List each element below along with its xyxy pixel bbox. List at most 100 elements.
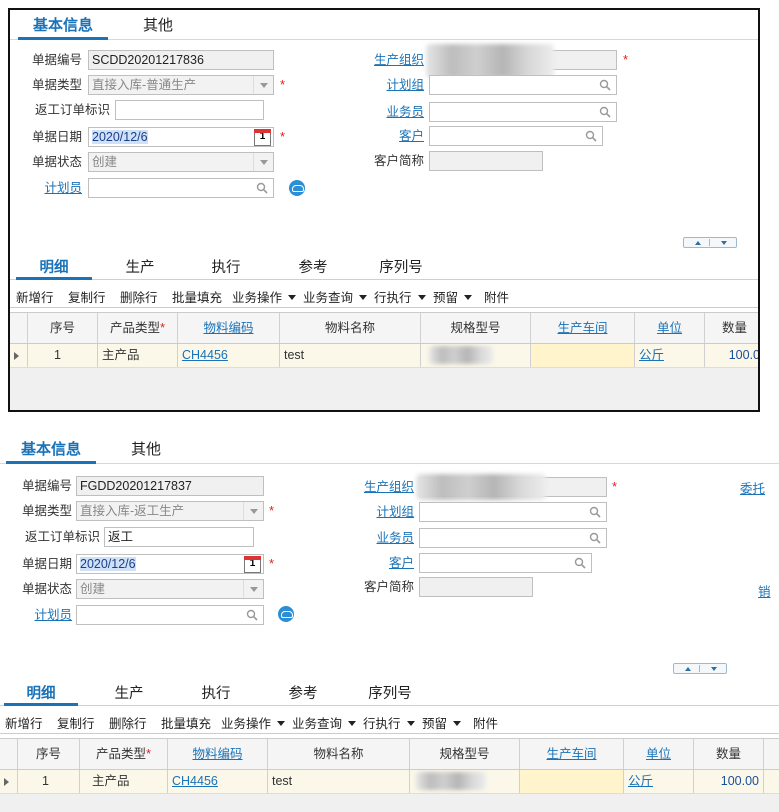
sales-link[interactable]: 销	[758, 582, 779, 602]
planner-link[interactable]: 计划员	[4, 605, 72, 625]
plan-group-input[interactable]	[419, 502, 607, 522]
attachment-button[interactable]: 附件	[473, 713, 498, 731]
search-icon[interactable]	[574, 557, 586, 569]
cell-workshop[interactable]	[531, 344, 635, 367]
col-product-type[interactable]: 产品类型*	[98, 313, 178, 343]
search-icon[interactable]	[585, 130, 597, 142]
col-seq[interactable]: 序号	[18, 739, 80, 769]
planner-input[interactable]	[76, 605, 264, 625]
col-unit[interactable]: 单位	[635, 313, 705, 343]
customer-link[interactable]: 客户	[358, 126, 424, 146]
tab-serial-no[interactable]: 序列号	[354, 682, 426, 706]
tab-production[interactable]: 生产	[98, 682, 160, 706]
tab-production[interactable]: 生产	[110, 256, 170, 280]
business-query-menu[interactable]: 业务查询	[292, 713, 357, 731]
salesman-link[interactable]: 业务员	[358, 102, 424, 122]
planner-input[interactable]	[88, 178, 274, 198]
cell-spec-model[interactable]	[421, 344, 531, 367]
cell-workshop[interactable]	[520, 770, 624, 793]
cell-unit[interactable]: 公斤	[624, 770, 694, 793]
row-selector[interactable]	[0, 770, 18, 793]
tab-reference[interactable]: 参考	[272, 682, 334, 706]
rework-flag-input[interactable]: 返工	[104, 527, 254, 547]
table-row[interactable]: 1 主产品 CH4456 test 公斤 100.0	[10, 344, 758, 368]
cell-product-type[interactable]: 主产品	[80, 770, 168, 793]
doc-type-select[interactable]: 直接入库-返工生产	[76, 501, 264, 521]
doc-no-field[interactable]: SCDD20201217836	[88, 50, 274, 70]
tab-detail[interactable]: 明细	[4, 682, 78, 706]
doc-type-select[interactable]: 直接入库-普通生产	[88, 75, 274, 95]
cell-material-name[interactable]: test	[280, 344, 421, 367]
col-spec-model[interactable]: 规格型号	[421, 313, 531, 343]
col-material-name[interactable]: 物料名称	[268, 739, 410, 769]
col-qty[interactable]: 数量	[694, 739, 764, 769]
add-row-button[interactable]: 新增行	[5, 713, 43, 731]
tab-reference[interactable]: 参考	[283, 256, 343, 280]
add-row-button[interactable]: 新增行	[16, 287, 54, 305]
search-icon[interactable]	[589, 532, 601, 544]
plan-group-input[interactable]	[429, 75, 617, 95]
cell-qty[interactable]: 100.00	[694, 770, 764, 793]
doc-date-input[interactable]: 2020/12/6 1	[76, 554, 264, 574]
cell-qty[interactable]: 100.0	[705, 344, 758, 367]
batch-fill-button[interactable]: 批量填充	[172, 287, 222, 305]
doc-status-select[interactable]: 创建	[76, 579, 264, 599]
tab-other[interactable]: 其他	[128, 14, 188, 40]
col-material-code[interactable]: 物料编码	[168, 739, 268, 769]
entrust-link[interactable]: 委托	[740, 479, 779, 499]
tab-serial-no[interactable]: 序列号	[366, 256, 436, 280]
planner-link[interactable]: 计划员	[16, 178, 82, 198]
salesman-link[interactable]: 业务员	[346, 528, 414, 548]
customer-input[interactable]	[419, 553, 592, 573]
cell-spec-model[interactable]	[410, 770, 520, 793]
tab-execution[interactable]: 执行	[196, 256, 256, 280]
col-qty[interactable]: 数量	[705, 313, 758, 343]
expand-collapse-icon[interactable]	[683, 237, 737, 248]
rework-flag-input[interactable]	[115, 100, 264, 120]
tab-basic-info[interactable]: 基本信息	[6, 438, 96, 464]
cell-product-type[interactable]: 主产品	[98, 344, 178, 367]
table-row[interactable]: 1 主产品 CH4456 test 公斤 100.00	[0, 770, 779, 794]
search-icon[interactable]	[246, 609, 258, 621]
delete-row-button[interactable]: 删除行	[109, 713, 147, 731]
customer-link[interactable]: 客户	[346, 553, 414, 573]
salesman-input[interactable]	[419, 528, 607, 548]
cloud-icon[interactable]	[278, 606, 294, 622]
search-icon[interactable]	[256, 182, 268, 194]
cell-unit[interactable]: 公斤	[635, 344, 705, 367]
row-execute-menu[interactable]: 行执行	[374, 287, 426, 305]
prod-org-link[interactable]: 生产组织	[358, 50, 424, 70]
col-product-type[interactable]: 产品类型*	[80, 739, 168, 769]
cell-material-name[interactable]: test	[268, 770, 410, 793]
calendar-icon[interactable]: 1	[254, 129, 271, 146]
copy-row-button[interactable]: 复制行	[57, 713, 95, 731]
col-material-code[interactable]: 物料编码	[178, 313, 280, 343]
plan-group-link[interactable]: 计划组	[358, 75, 424, 95]
row-selector[interactable]	[10, 344, 28, 367]
dropdown-arrow-icon[interactable]	[243, 580, 263, 598]
search-icon[interactable]	[599, 79, 611, 91]
prod-org-link[interactable]: 生产组织	[346, 477, 414, 497]
copy-row-button[interactable]: 复制行	[68, 287, 106, 305]
row-execute-menu[interactable]: 行执行	[363, 713, 415, 731]
business-ops-menu[interactable]: 业务操作	[232, 287, 297, 305]
reserve-menu[interactable]: 预留	[433, 287, 473, 305]
batch-fill-button[interactable]: 批量填充	[161, 713, 211, 731]
tab-execution[interactable]: 执行	[185, 682, 247, 706]
attachment-button[interactable]: 附件	[484, 287, 509, 305]
business-query-menu[interactable]: 业务查询	[303, 287, 368, 305]
col-unit[interactable]: 单位	[624, 739, 694, 769]
col-spec-model[interactable]: 规格型号	[410, 739, 520, 769]
plan-group-link[interactable]: 计划组	[346, 502, 414, 522]
cloud-icon[interactable]	[289, 180, 305, 196]
doc-date-input[interactable]: 2020/12/6 1	[88, 127, 274, 147]
col-seq[interactable]: 序号	[28, 313, 98, 343]
search-icon[interactable]	[599, 106, 611, 118]
dropdown-arrow-icon[interactable]	[253, 76, 273, 94]
doc-status-select[interactable]: 创建	[88, 152, 274, 172]
col-workshop[interactable]: 生产车间	[520, 739, 624, 769]
cell-material-code[interactable]: CH4456	[178, 344, 280, 367]
expand-collapse-icon[interactable]	[673, 663, 727, 674]
calendar-icon[interactable]: 1	[244, 556, 261, 573]
search-icon[interactable]	[589, 506, 601, 518]
